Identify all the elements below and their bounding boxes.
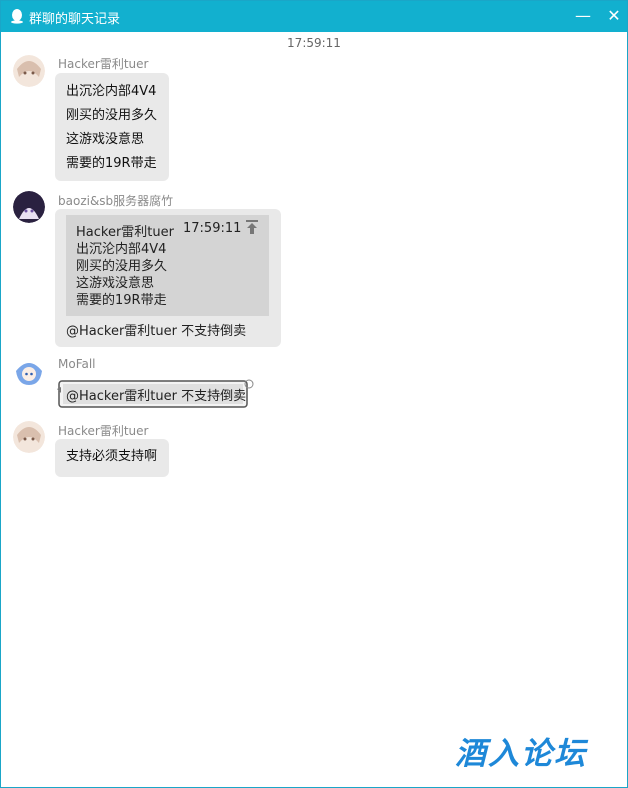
sender-name: MoFall [58, 357, 96, 371]
message-bubble[interactable]: 支持必须支持啊 [55, 439, 169, 477]
sender-name: Hacker雷利tuer [58, 57, 149, 71]
avatar[interactable] [13, 191, 45, 223]
minimize-button[interactable]: — [571, 5, 595, 27]
quoted-message[interactable]: Hacker雷利tuer 17:59:11 出沉沦内部4V4 刚买的没用多久 这… [66, 215, 269, 316]
jump-to-top-icon[interactable] [244, 219, 260, 235]
avatar[interactable] [13, 55, 45, 87]
sender-name: Hacker雷利tuer [58, 424, 149, 438]
avatar[interactable] [13, 355, 45, 387]
avatar-blue-chibi-icon [13, 355, 45, 387]
reply-text: @Hacker雷利tuer 不支持倒卖 [66, 324, 247, 339]
message-bubble[interactable]: 出沉沦内部4V4 刚买的没用多久 这游戏没意思 需要的19R带走 [55, 73, 169, 181]
forum-watermark-logo: 酒入论坛 [455, 736, 587, 772]
avatar-anime-girl-icon [13, 421, 45, 453]
message-timestamp: 17:59:11 [287, 36, 341, 50]
penguin-icon [11, 9, 23, 24]
quoted-line: 需要的19R带走 [76, 293, 167, 308]
close-button[interactable]: ✕ [602, 5, 626, 27]
message-line: 这游戏没意思 [66, 132, 145, 147]
quoted-time: 17:59:11 [183, 221, 242, 236]
avatar-dark-anime-icon [13, 191, 45, 223]
avatar[interactable] [13, 421, 45, 453]
avatar-anime-girl-icon [13, 55, 45, 87]
message-text: @Hacker雷利tuer 不支持倒卖 [66, 389, 247, 404]
sender-name: baozi&sb服务器腐竹 [58, 194, 174, 208]
message-line: 刚买的没用多久 [66, 108, 158, 123]
message-line: 出沉沦内部4V4 [66, 84, 157, 99]
message-text: 支持必须支持啊 [66, 449, 158, 464]
message-line: 需要的19R带走 [66, 156, 157, 171]
window-title: 群聊的聊天记录 [29, 12, 121, 27]
chat-history-window: 群聊的聊天记录 — ✕ 17:59:11 Hacker雷利tuer 出沉沦内部4… [0, 0, 628, 788]
title-bar[interactable]: 群聊的聊天记录 — ✕ [1, 1, 627, 32]
